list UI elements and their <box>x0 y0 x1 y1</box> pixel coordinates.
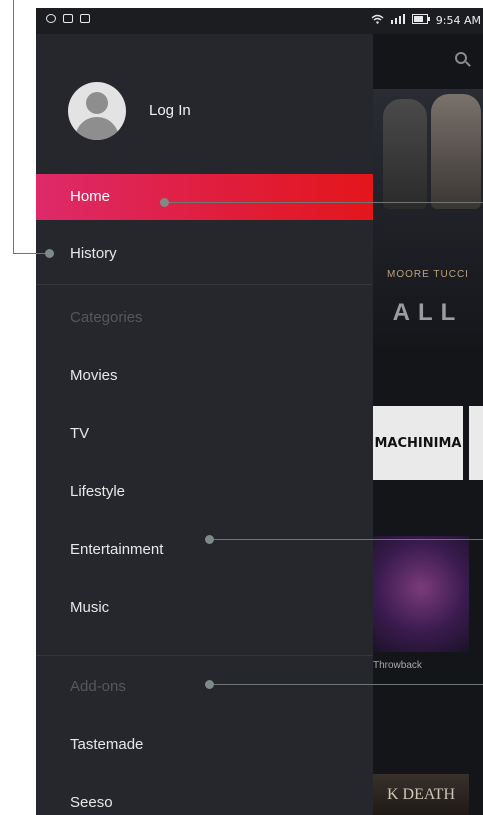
mail-icon <box>63 14 73 23</box>
poster-title: ALL <box>392 299 464 326</box>
section-header-categories: Categories <box>70 309 143 326</box>
status-time: 9:54 AM <box>435 14 481 27</box>
section-header-addons: Add-ons <box>70 678 126 695</box>
menu-item-tastemade[interactable]: Tastemade <box>36 722 373 768</box>
poster-actor-image <box>431 94 481 209</box>
chat-icon <box>46 14 56 23</box>
avatar-body <box>75 117 119 140</box>
annotation-line <box>212 539 483 540</box>
annotation-line <box>168 202 483 203</box>
video-caption: Throwback <box>373 660 422 671</box>
annotation-dot <box>205 680 214 689</box>
menu-item-history[interactable]: History <box>36 231 373 277</box>
battery-icon <box>411 14 430 27</box>
avatar[interactable] <box>68 82 126 140</box>
poster-names: MOORE TUCCI <box>387 269 469 280</box>
video-thumbnail[interactable] <box>373 536 469 652</box>
navigation-drawer: Log In Home History Categories Movies TV… <box>36 34 373 815</box>
profile-section[interactable]: Log In <box>36 34 373 174</box>
video-thumbnail[interactable]: K DEATH <box>373 774 469 815</box>
poster-movie[interactable]: MOORE TUCCI ALL <box>373 89 483 349</box>
annotation-line <box>13 253 49 254</box>
annotation-line <box>13 0 14 253</box>
annotation-dot <box>160 198 169 207</box>
poster-actor-image <box>383 99 427 209</box>
menu-item-home[interactable]: Home <box>36 174 373 220</box>
menu-item-music[interactable]: Music <box>36 585 373 631</box>
divider <box>36 284 373 285</box>
annotation-dot <box>45 249 54 258</box>
menu-item-tv[interactable]: TV <box>36 411 373 457</box>
status-bar: 9:54 AM <box>36 8 483 34</box>
phone-screen: 9:54 AM MOORE TUCCI ALL MACHINIMA Throwb… <box>36 8 483 815</box>
menu-item-lifestyle[interactable]: Lifestyle <box>36 469 373 515</box>
annotation-line <box>212 684 483 685</box>
wifi-icon <box>371 14 384 27</box>
menu-item-seeso[interactable]: Seeso <box>36 780 373 815</box>
search-icon[interactable] <box>455 52 467 64</box>
annotation-dot <box>205 535 214 544</box>
menu-item-entertainment[interactable]: Entertainment <box>36 527 373 573</box>
channel-tile[interactable] <box>469 406 483 480</box>
signal-icon <box>390 14 406 27</box>
menu-item-movies[interactable]: Movies <box>36 353 373 399</box>
image-icon <box>80 14 90 23</box>
background-content: MOORE TUCCI ALL MACHINIMA Throwback K DE… <box>373 34 483 815</box>
avatar-head <box>86 92 108 114</box>
login-link[interactable]: Log In <box>149 102 191 119</box>
divider <box>36 655 373 656</box>
channel-tile-machinima[interactable]: MACHINIMA <box>373 406 463 480</box>
